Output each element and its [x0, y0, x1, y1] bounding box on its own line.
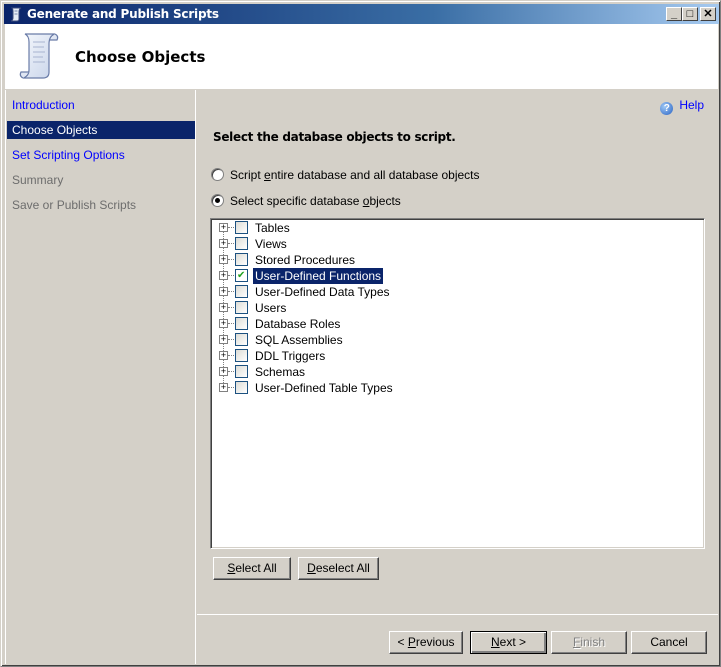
- select-all-button[interactable]: Select All: [213, 557, 291, 580]
- maximize-button[interactable]: □: [682, 7, 698, 21]
- deselect-all-button[interactable]: Deselect All: [298, 557, 379, 580]
- sidebar-item-choose-objects[interactable]: Choose Objects: [7, 121, 195, 139]
- tree-item-label: Tables: [255, 221, 290, 235]
- tree-connector: [228, 291, 234, 292]
- tree-item-label: Schemas: [255, 365, 306, 379]
- next-button[interactable]: Next >: [470, 631, 547, 654]
- expand-plus-icon[interactable]: +: [219, 335, 228, 344]
- close-icon: ✕: [703, 8, 713, 20]
- sidebar-item-set-scripting-options[interactable]: Set Scripting Options: [7, 146, 195, 164]
- tree-connector: [228, 227, 234, 228]
- help-icon: ?: [660, 102, 674, 115]
- minimize-button[interactable]: _: [666, 7, 682, 21]
- tree-item-label: Stored Procedures: [255, 253, 356, 267]
- sidebar-item-introduction[interactable]: Introduction: [7, 96, 195, 114]
- tree-item-label: User-Defined Functions: [251, 267, 385, 285]
- object-type-tree[interactable]: + Tables + Views + Stored Procedures + User-Def…: [210, 218, 705, 549]
- sidebar-item-summary: Summary: [12, 173, 64, 187]
- checkbox-checked[interactable]: [235, 268, 248, 284]
- tree-item-label: SQL Assemblies: [255, 333, 343, 347]
- radio-script-entire-database[interactable]: Script entire database and all database …: [211, 167, 480, 183]
- tree-connector: [228, 307, 234, 308]
- instruction-text: Select the database objects to script.: [213, 130, 456, 144]
- radio-label: Select specific database objects: [230, 194, 401, 208]
- close-button[interactable]: ✕: [700, 7, 716, 21]
- tree-item-label: User-Defined Table Types: [255, 381, 393, 395]
- tree-item-label: DDL Triggers: [255, 349, 326, 363]
- checkbox[interactable]: [235, 349, 248, 362]
- sidebar-item-save-or-publish-scripts: Save or Publish Scripts: [12, 198, 137, 212]
- radio-select-specific-objects[interactable]: Select specific database objects: [211, 193, 401, 209]
- checkbox[interactable]: [235, 317, 248, 330]
- cancel-button[interactable]: Cancel: [631, 631, 707, 654]
- expand-plus-icon[interactable]: +: [219, 367, 228, 376]
- tree-connector: [228, 355, 234, 356]
- checkbox[interactable]: [235, 301, 248, 314]
- expand-plus-icon[interactable]: +: [219, 239, 228, 248]
- radio-label: Script entire database and all database …: [230, 168, 480, 182]
- radio-button-checked[interactable]: [211, 194, 224, 207]
- previous-button[interactable]: < Previous: [389, 631, 463, 654]
- minimize-icon: _: [670, 8, 678, 20]
- checkbox[interactable]: [235, 253, 248, 266]
- tree-connector: [228, 275, 234, 276]
- tree-connector: [228, 259, 234, 260]
- tree-connector: [228, 339, 234, 340]
- expand-plus-icon[interactable]: +: [219, 383, 228, 392]
- tree-item-label: User-Defined Data Types: [255, 285, 390, 299]
- tree-connector: [228, 371, 234, 372]
- window-title: Generate and Publish Scripts: [27, 7, 219, 21]
- checkbox[interactable]: [235, 285, 248, 298]
- checkbox[interactable]: [235, 365, 248, 378]
- maximize-icon: □: [686, 8, 694, 20]
- expand-plus-icon[interactable]: +: [219, 255, 228, 264]
- finish-button: Finish: [551, 631, 627, 654]
- checkbox[interactable]: [235, 333, 248, 346]
- main-panel: ? Help Select the database objects to scr…: [197, 90, 718, 664]
- checkbox[interactable]: [235, 381, 248, 394]
- expand-plus-icon[interactable]: +: [219, 303, 228, 312]
- script-scroll-icon: [19, 33, 59, 79]
- script-scroll-icon: [10, 7, 22, 22]
- wizard-window: Generate and Publish Scripts _ □ ✕ Choos…: [0, 0, 721, 667]
- radio-button[interactable]: [211, 168, 224, 181]
- expand-plus-icon[interactable]: +: [219, 287, 228, 296]
- tree-connector: [228, 323, 234, 324]
- wizard-header: Choose Objects: [5, 24, 718, 89]
- page-title: Choose Objects: [75, 48, 206, 66]
- tree-connector: [228, 243, 234, 244]
- tree-connector: [228, 387, 234, 388]
- checkbox[interactable]: [235, 237, 248, 250]
- title-bar[interactable]: Generate and Publish Scripts _ □ ✕: [4, 4, 719, 24]
- footer-separator: [197, 614, 718, 615]
- expand-plus-icon[interactable]: +: [219, 319, 228, 328]
- expand-plus-icon[interactable]: +: [219, 223, 228, 232]
- expand-plus-icon[interactable]: +: [219, 271, 228, 280]
- help-link[interactable]: ? Help: [660, 98, 704, 115]
- help-label: Help: [679, 98, 704, 112]
- wizard-steps-sidebar: Introduction Choose Objects Set Scriptin…: [5, 90, 196, 664]
- tree-item-label: Views: [255, 237, 287, 251]
- expand-plus-icon[interactable]: +: [219, 351, 228, 360]
- tree-item-label: Database Roles: [255, 317, 341, 331]
- tree-item-label: Users: [255, 301, 287, 315]
- checkbox[interactable]: [235, 221, 248, 234]
